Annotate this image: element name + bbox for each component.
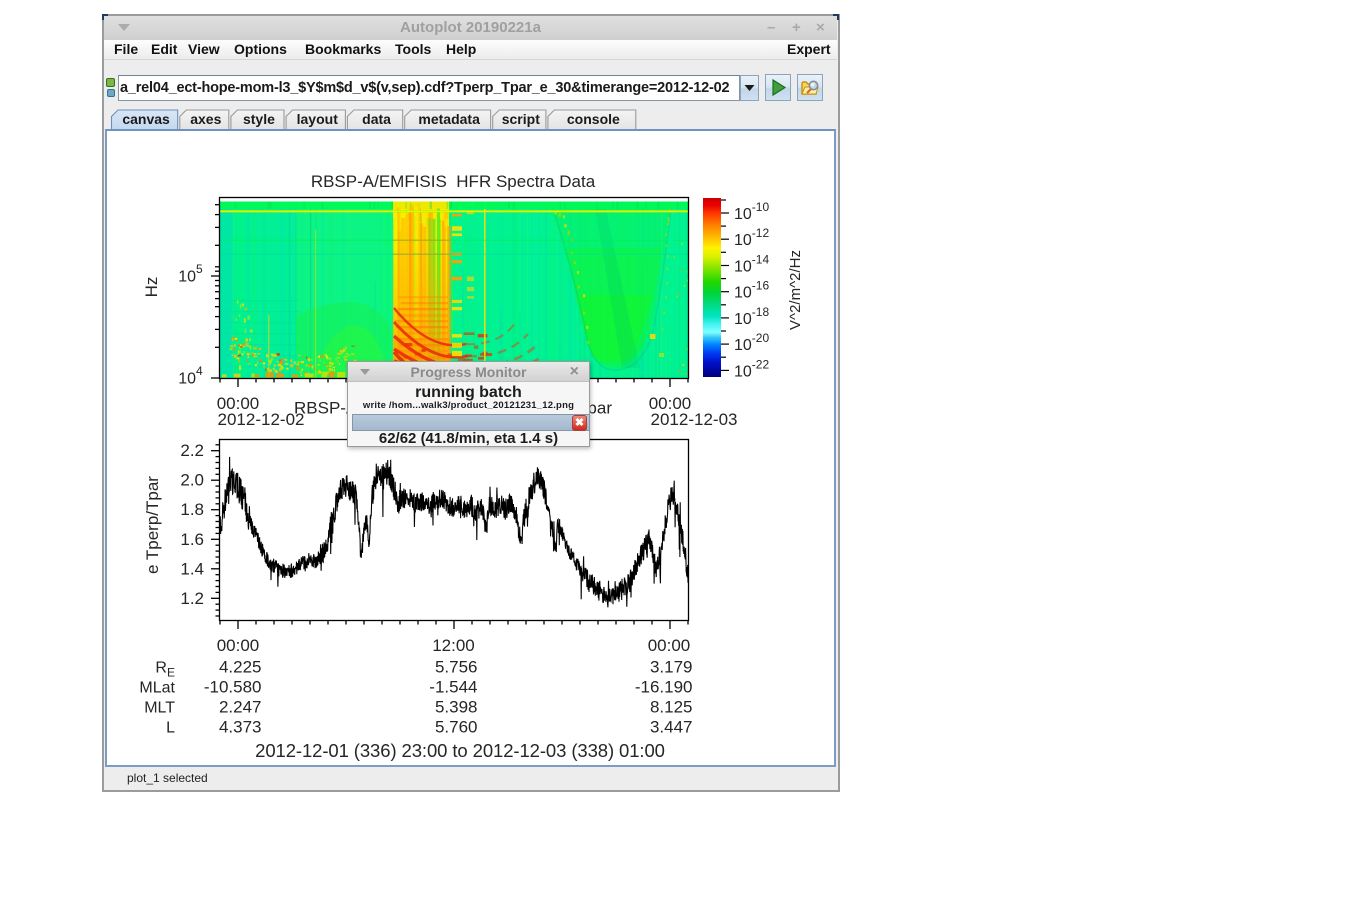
svg-text:data: data xyxy=(362,111,391,127)
svg-text:2.0: 2.0 xyxy=(180,471,204,490)
svg-text:layout: layout xyxy=(297,111,339,127)
svg-text:10-20: 10-20 xyxy=(734,331,769,354)
svg-text:Hz: Hz xyxy=(142,277,161,298)
svg-text:metadata: metadata xyxy=(418,111,480,127)
svg-text:script: script xyxy=(502,111,540,127)
svg-text:RE: RE xyxy=(155,660,175,680)
svg-text:4.225: 4.225 xyxy=(219,658,262,677)
svg-text:e Tperp/Tpar: e Tperp/Tpar xyxy=(143,476,162,574)
svg-text:5.398: 5.398 xyxy=(435,698,478,717)
svg-text:12:00: 12:00 xyxy=(432,636,475,655)
svg-text:10-14: 10-14 xyxy=(734,253,769,276)
svg-text:MLat: MLat xyxy=(139,680,175,697)
svg-text:1.6: 1.6 xyxy=(180,530,204,549)
svg-text:10-10: 10-10 xyxy=(734,200,769,223)
svg-text:2.2: 2.2 xyxy=(180,441,204,460)
svg-text:2012-12-03: 2012-12-03 xyxy=(651,410,738,429)
svg-text:4.373: 4.373 xyxy=(219,718,262,737)
svg-text:1.8: 1.8 xyxy=(180,500,204,519)
svg-text:3.447: 3.447 xyxy=(650,718,693,737)
svg-text:canvas: canvas xyxy=(122,111,170,127)
svg-text:2012-12-01 (336) 23:00 to 2012: 2012-12-01 (336) 23:00 to 2012-12-03 (33… xyxy=(255,740,665,761)
svg-text:00:00: 00:00 xyxy=(217,636,260,655)
svg-text:3.179: 3.179 xyxy=(650,658,693,677)
svg-text:RBSP-A/EMFISIS HFR Spectra Da: RBSP-A/EMFISIS HFR Spectra Data xyxy=(311,172,596,191)
svg-text:10-22: 10-22 xyxy=(734,357,769,380)
svg-text:1.2: 1.2 xyxy=(180,589,204,608)
svg-text:8.125: 8.125 xyxy=(650,698,693,717)
svg-text:00:00: 00:00 xyxy=(648,636,691,655)
svg-text:axes: axes xyxy=(190,111,221,127)
svg-text:2012-12-02: 2012-12-02 xyxy=(218,410,305,429)
svg-text:-1.544: -1.544 xyxy=(429,678,477,697)
svg-text:10-12: 10-12 xyxy=(734,226,769,249)
svg-text:-10.580: -10.580 xyxy=(204,678,262,697)
svg-text:par: par xyxy=(587,399,612,418)
svg-text:console: console xyxy=(567,111,620,127)
svg-text:MLT: MLT xyxy=(144,700,175,717)
svg-text:-16.190: -16.190 xyxy=(635,678,693,697)
svg-text:10-18: 10-18 xyxy=(734,305,769,328)
svg-text:5.756: 5.756 xyxy=(435,658,478,677)
svg-text:style: style xyxy=(243,111,275,127)
svg-text:2.247: 2.247 xyxy=(219,698,262,717)
svg-text:10: 10 xyxy=(178,269,196,286)
svg-text:10-16: 10-16 xyxy=(734,279,769,302)
svg-text:1.4: 1.4 xyxy=(180,559,204,578)
svg-text:V^2/m^2/Hz: V^2/m^2/Hz xyxy=(787,250,804,330)
svg-text:L: L xyxy=(166,720,175,737)
svg-text:5: 5 xyxy=(196,262,203,276)
svg-text:4: 4 xyxy=(196,364,203,378)
svg-text:5.760: 5.760 xyxy=(435,718,478,737)
svg-text:10: 10 xyxy=(178,371,196,388)
